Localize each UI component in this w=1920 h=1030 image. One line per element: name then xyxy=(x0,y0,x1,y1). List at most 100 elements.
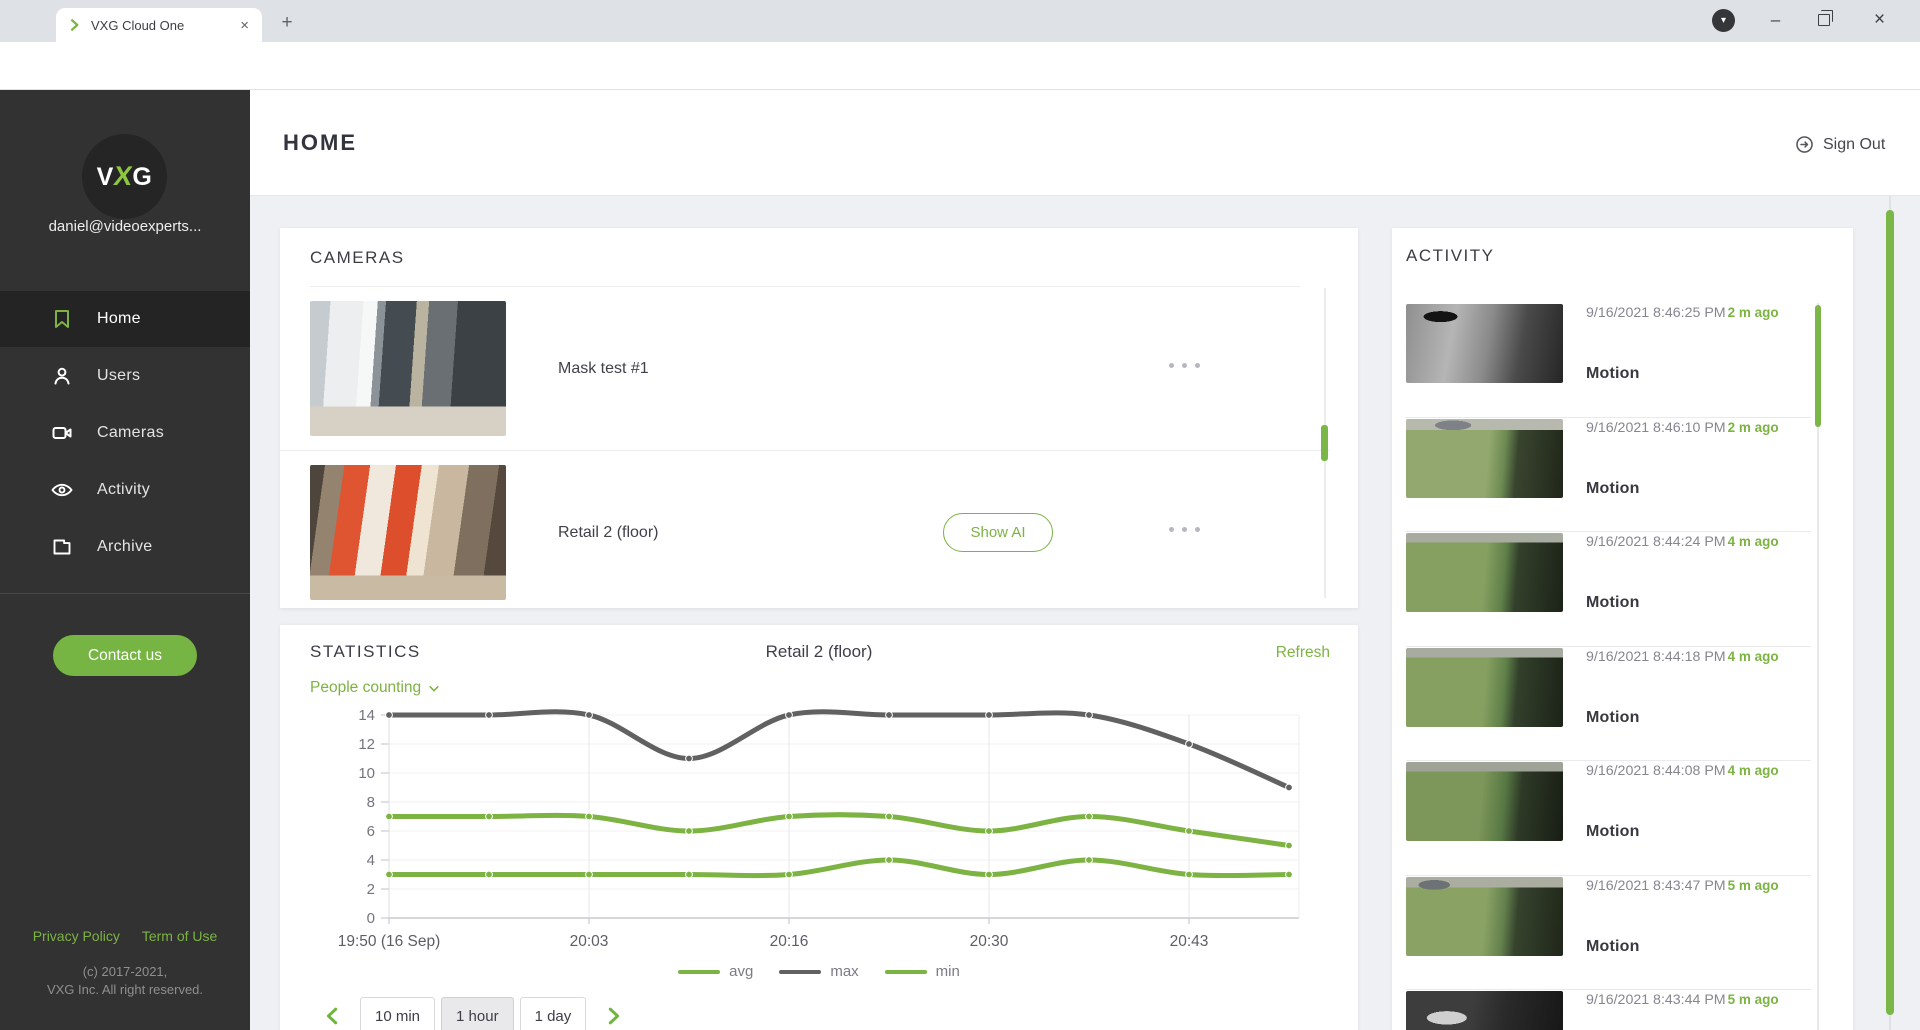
range-button[interactable]: 1 hour xyxy=(441,997,514,1030)
sidebar-item-home[interactable]: Home xyxy=(0,291,250,347)
svg-text:19:50 (16 Sep): 19:50 (16 Sep) xyxy=(338,933,441,950)
camera-options-menu-icon[interactable] xyxy=(1165,527,1204,532)
show-ai-button[interactable]: Show AI xyxy=(943,513,1053,552)
user-icon xyxy=(50,364,74,388)
tab-title: VXG Cloud One xyxy=(91,18,237,33)
camera-thumbnail[interactable] xyxy=(310,465,506,600)
activity-timestamp: 9/16/2021 8:46:10 PM xyxy=(1586,420,1726,436)
range-button[interactable]: 10 min xyxy=(360,997,435,1030)
metric-dropdown[interactable]: People counting xyxy=(310,679,440,697)
activity-timestamp: 9/16/2021 8:43:44 PM xyxy=(1586,992,1726,1008)
chart-legend: avg max min xyxy=(280,963,1358,980)
sign-out-label: Sign Out xyxy=(1823,136,1885,154)
chart-legend-item[interactable]: avg xyxy=(678,963,753,980)
activity-event-type: Motion xyxy=(1586,594,1811,612)
activity-item-meta: 9/16/2021 8:44:18 PM4 m ago Motion xyxy=(1586,648,1811,727)
range-button-group: 10 min 1 hour 1 day xyxy=(360,997,586,1030)
tab-close-icon[interactable]: × xyxy=(237,17,252,34)
activity-item[interactable]: 9/16/2021 8:44:18 PM4 m ago Motion xyxy=(1406,647,1811,762)
contact-us-button[interactable]: Contact us xyxy=(53,635,197,676)
activity-item-meta: 9/16/2021 8:43:47 PM5 m ago Motion xyxy=(1586,877,1811,956)
activity-time-ago: 2 m ago xyxy=(1728,420,1779,435)
bookmark-icon xyxy=(50,307,74,331)
activity-timestamp: 9/16/2021 8:44:08 PM xyxy=(1586,763,1726,779)
cameras-panel: CAMERAS Mask test #1 Retail 2 (floor) Sh… xyxy=(280,228,1358,608)
sign-out-icon xyxy=(1794,134,1815,155)
activity-item[interactable]: 9/16/2021 8:44:24 PM4 m ago Motion xyxy=(1406,532,1811,647)
camera-options-menu-icon[interactable] xyxy=(1165,363,1204,368)
sidebar-divider xyxy=(0,593,250,594)
svg-text:12: 12 xyxy=(358,736,375,753)
legend-color-swatch xyxy=(678,970,720,974)
svg-text:20:03: 20:03 xyxy=(570,933,609,950)
svg-text:20:30: 20:30 xyxy=(970,933,1009,950)
activity-scrollbar-thumb[interactable] xyxy=(1815,305,1821,427)
window-close-button[interactable]: × xyxy=(1856,0,1903,40)
sidebar: VXG daniel@videoexperts... Home Users Ca… xyxy=(0,90,250,1030)
page-header xyxy=(250,90,1920,196)
activity-time-ago: 2 m ago xyxy=(1728,305,1779,320)
activity-thumbnail[interactable] xyxy=(1406,762,1563,841)
activity-item-meta: 9/16/2021 8:43:44 PM5 m ago Motion xyxy=(1586,991,1811,1030)
svg-text:20:16: 20:16 xyxy=(770,933,809,950)
legend-label: avg xyxy=(729,963,753,980)
svg-text:14: 14 xyxy=(358,707,375,724)
activity-item[interactable]: 9/16/2021 8:43:44 PM5 m ago Motion xyxy=(1406,990,1811,1030)
sign-out-button[interactable]: Sign Out xyxy=(1794,134,1885,155)
activity-panel: ACTIVITY 9/16/2021 8:46:25 PM2 m ago Mot… xyxy=(1392,228,1853,1030)
camera-row[interactable]: Mask test #1 xyxy=(280,287,1330,450)
activity-thumbnail[interactable] xyxy=(1406,648,1563,727)
activity-item-meta: 9/16/2021 8:44:08 PM4 m ago Motion xyxy=(1586,762,1811,841)
sidebar-item-users[interactable]: Users xyxy=(0,348,250,404)
activity-panel-title: ACTIVITY xyxy=(1406,246,1495,266)
video-camera-icon xyxy=(50,421,74,445)
activity-event-type: Motion xyxy=(1586,365,1811,383)
legend-color-swatch xyxy=(779,970,821,974)
restore-icon xyxy=(1818,14,1830,26)
window-restore-button[interactable] xyxy=(1800,0,1847,40)
statistics-panel: STATISTICS Retail 2 (floor) Refresh Peop… xyxy=(280,625,1358,1030)
sidebar-item-cameras[interactable]: Cameras xyxy=(0,405,250,461)
chart-legend-item[interactable]: min xyxy=(885,963,960,980)
statistics-camera-name: Retail 2 (floor) xyxy=(280,642,1358,662)
browser-tab[interactable]: VXG Cloud One × xyxy=(56,8,262,42)
sidebar-item-archive[interactable]: Archive xyxy=(0,519,250,575)
activity-thumbnail[interactable] xyxy=(1406,419,1563,498)
refresh-link[interactable]: Refresh xyxy=(1276,644,1330,662)
chart-legend-item[interactable]: max xyxy=(779,963,858,980)
camera-row[interactable]: Retail 2 (floor) Show AI xyxy=(280,450,1330,613)
activity-thumbnail[interactable] xyxy=(1406,533,1563,612)
activity-item[interactable]: 9/16/2021 8:44:08 PM4 m ago Motion xyxy=(1406,761,1811,876)
activity-thumbnail[interactable] xyxy=(1406,304,1563,383)
activity-item[interactable]: 9/16/2021 8:46:10 PM2 m ago Motion xyxy=(1406,418,1811,533)
term-of-use-link[interactable]: Term of Use xyxy=(142,928,217,944)
activity-thumbnail[interactable] xyxy=(1406,991,1563,1030)
metric-dropdown-label: People counting xyxy=(310,679,421,697)
window-minimize-button[interactable]: – xyxy=(1752,0,1799,40)
page-scrollbar-thumb[interactable] xyxy=(1886,210,1894,1015)
activity-event-type: Motion xyxy=(1586,938,1811,956)
activity-time-ago: 4 m ago xyxy=(1728,534,1779,549)
activity-item[interactable]: 9/16/2021 8:46:25 PM2 m ago Motion xyxy=(1406,303,1811,418)
activity-event-type: Motion xyxy=(1586,480,1811,498)
browser-profile-icon[interactable]: ▾ xyxy=(1712,9,1735,32)
activity-timestamp: 9/16/2021 8:43:47 PM xyxy=(1586,878,1726,894)
cameras-scrollbar-thumb[interactable] xyxy=(1321,425,1328,461)
activity-thumbnail[interactable] xyxy=(1406,877,1563,956)
previous-range-button[interactable] xyxy=(320,1001,346,1030)
sidebar-item-label: Home xyxy=(97,310,141,328)
privacy-policy-link[interactable]: Privacy Policy xyxy=(33,928,120,944)
page-title: HOME xyxy=(283,130,357,156)
vxg-favicon-icon xyxy=(66,17,82,33)
next-range-button[interactable] xyxy=(600,1001,626,1030)
activity-item-meta: 9/16/2021 8:44:24 PM4 m ago Motion xyxy=(1586,533,1811,612)
camera-thumbnail[interactable] xyxy=(310,301,506,436)
new-tab-button[interactable]: + xyxy=(274,10,300,36)
sidebar-item-activity[interactable]: Activity xyxy=(0,462,250,518)
eye-icon xyxy=(50,478,74,502)
legend-label: max xyxy=(830,963,858,980)
activity-item[interactable]: 9/16/2021 8:43:47 PM5 m ago Motion xyxy=(1406,876,1811,991)
chevron-down-icon xyxy=(428,684,440,693)
range-button[interactable]: 1 day xyxy=(520,997,587,1030)
sidebar-footer-links: Privacy Policy Term of Use xyxy=(0,928,250,944)
